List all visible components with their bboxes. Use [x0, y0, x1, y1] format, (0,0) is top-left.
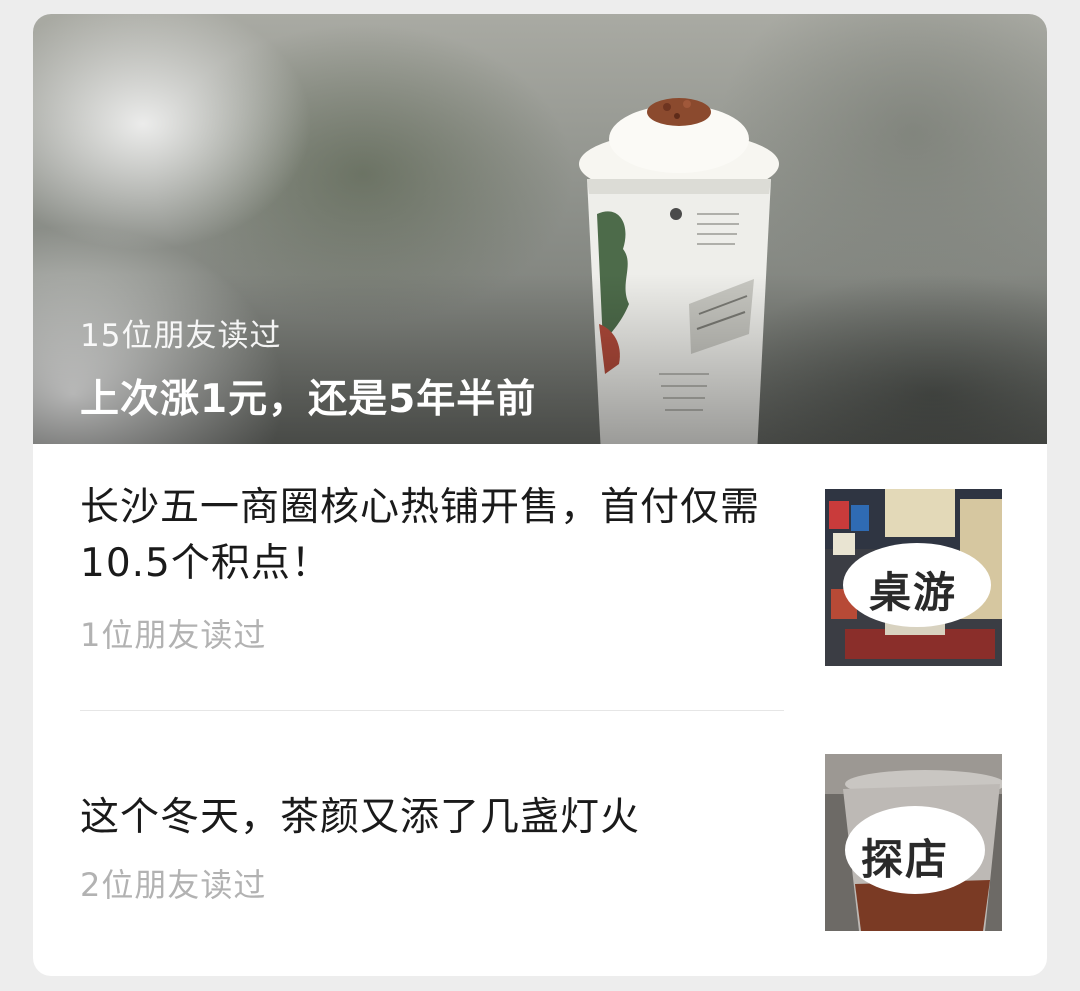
divider [80, 710, 784, 711]
lead-article[interactable]: 15位朋友读过 上次涨1元，还是5年半前 [33, 14, 1047, 444]
article-title[interactable]: 长沙五一商圈核心热铺开售，首付仅需10.5个积点！ [80, 480, 780, 592]
thumbnail-tag: 桌游 [869, 568, 958, 617]
list-item[interactable]: 这个冬天，茶颜又添了几盏灯火 2位朋友读过 探店 [80, 754, 1002, 954]
lead-article-title[interactable]: 上次涨1元，还是5年半前 [80, 368, 536, 424]
article-title[interactable]: 这个冬天，茶颜又添了几盏灯火 [80, 790, 780, 846]
article-readers: 2位朋友读过 [80, 866, 267, 904]
thumbnail-tag: 探店 [861, 835, 950, 884]
lead-article-readers: 15位朋友读过 [80, 318, 282, 354]
article-thumbnail[interactable]: 探店 [825, 754, 1002, 931]
article-readers: 1位朋友读过 [80, 616, 267, 654]
list-item[interactable]: 长沙五一商圈核心热铺开售，首付仅需10.5个积点！ 1位朋友读过 桌游 [80, 480, 1002, 670]
article-list-card: 15位朋友读过 上次涨1元，还是5年半前 长沙五一商圈核心热铺开售，首付仅需10… [33, 14, 1047, 976]
article-thumbnail[interactable]: 桌游 [825, 489, 1002, 666]
